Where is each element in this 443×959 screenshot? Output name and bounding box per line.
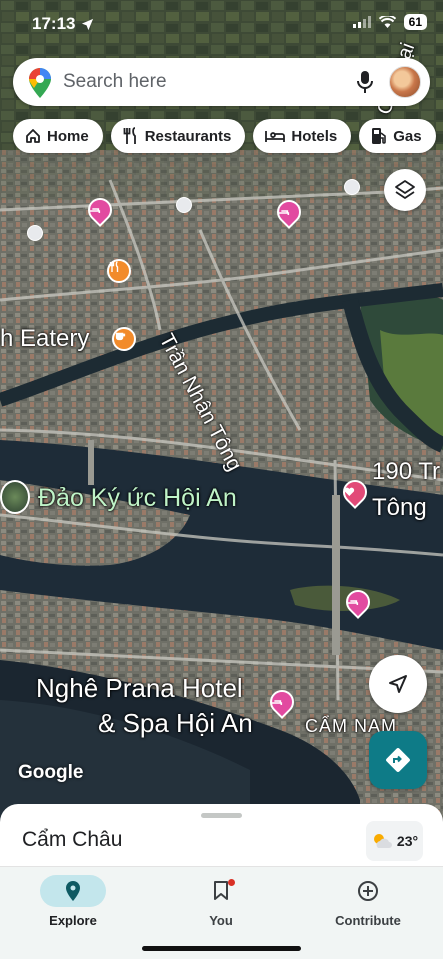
- nav-explore-label: Explore: [49, 913, 97, 928]
- bookmark-icon: [214, 881, 228, 900]
- bed-icon: [88, 207, 101, 213]
- bus-stop-marker-3[interactable]: [344, 179, 360, 195]
- chip-gas-label: Gas: [393, 127, 422, 145]
- signal-icon: [352, 16, 371, 28]
- status-bar: 17:13 61: [0, 0, 443, 50]
- status-time: 17:13: [32, 14, 94, 34]
- search-bar[interactable]: Search here: [13, 58, 430, 106]
- battery-indicator: 61: [403, 14, 427, 30]
- island-photo-marker[interactable]: [0, 480, 30, 514]
- weather-chip[interactable]: 23°: [366, 821, 423, 861]
- fork-knife-icon: [109, 261, 119, 272]
- chip-hotels-label: Hotels: [291, 127, 338, 145]
- wifi-icon: [378, 16, 396, 28]
- place-label-eatery[interactable]: h Eatery: [0, 325, 89, 353]
- bottom-navigation: Explore You Contribute: [0, 866, 443, 959]
- status-icons: 61: [352, 14, 427, 30]
- layers-icon: [395, 180, 415, 199]
- chip-home[interactable]: Home: [13, 119, 103, 153]
- temperature-text: 23°: [396, 833, 419, 849]
- partly-cloudy-icon: [373, 834, 392, 848]
- bus-stop-marker-1[interactable]: [176, 197, 192, 213]
- nav-you-label: You: [209, 913, 233, 928]
- bed-icon: [346, 599, 359, 605]
- search-input[interactable]: Search here: [63, 71, 167, 93]
- place-label-prana-line1[interactable]: Nghê Prana Hotel: [36, 673, 243, 704]
- chip-home-label: Home: [47, 127, 89, 145]
- nav-contribute-pill: [335, 875, 401, 907]
- nav-explore-pill: [40, 875, 106, 907]
- notification-dot: [228, 879, 235, 886]
- home-indicator[interactable]: [142, 946, 301, 951]
- add-circle-icon: [358, 881, 378, 901]
- nav-explore[interactable]: Explore: [8, 871, 138, 931]
- eatery-marker[interactable]: [112, 327, 136, 351]
- home-icon: [26, 129, 40, 143]
- chip-restaurants[interactable]: Restaurants: [110, 119, 246, 153]
- chip-restaurants-label: Restaurants: [144, 127, 232, 145]
- gas-icon: [372, 128, 387, 144]
- google-logo: Google: [18, 762, 84, 783]
- bottom-sheet[interactable]: Cẩm Châu 23°: [0, 804, 443, 874]
- restaurant-marker[interactable]: [107, 259, 131, 283]
- google-maps-logo-icon: [29, 68, 51, 98]
- navigation-arrow-icon: [389, 675, 407, 693]
- microphone-icon[interactable]: [357, 70, 373, 94]
- nav-contribute-label: Contribute: [335, 913, 401, 928]
- my-location-button[interactable]: [369, 655, 427, 713]
- nav-you-pill: [188, 875, 254, 907]
- nav-contribute[interactable]: Contribute: [303, 871, 433, 931]
- bed-icon: [270, 699, 283, 705]
- sheet-drag-handle[interactable]: [201, 813, 242, 818]
- directions-button[interactable]: [369, 731, 427, 789]
- place-label-prana-line2[interactable]: & Spa Hội An: [98, 708, 253, 739]
- location-arrow-icon: [82, 18, 94, 30]
- heart-icon: [344, 487, 355, 496]
- restaurant-icon: [123, 127, 136, 144]
- layers-button[interactable]: [384, 169, 426, 211]
- clock-text: 17:13: [32, 14, 76, 33]
- place-label-dao-ky-uc[interactable]: Đảo Ký ức Hội An: [38, 484, 237, 513]
- bed-icon: [277, 209, 290, 215]
- chip-hotels[interactable]: Hotels: [253, 119, 352, 153]
- chip-gas[interactable]: Gas: [359, 119, 436, 153]
- category-chips: Home Restaurants Hotels Gas: [13, 119, 436, 153]
- bus-stop-marker-2[interactable]: [27, 225, 43, 241]
- hotel-icon: [265, 131, 286, 142]
- nav-you[interactable]: You: [156, 871, 286, 931]
- directions-icon: [386, 748, 410, 772]
- place-label-190-line2[interactable]: Tông: [372, 494, 427, 522]
- area-title: Cẩm Châu: [22, 828, 123, 851]
- explore-pin-icon: [66, 881, 80, 901]
- place-label-190-line1[interactable]: 190 Tr: [372, 458, 440, 486]
- cup-icon: [115, 332, 126, 341]
- profile-avatar[interactable]: [389, 66, 421, 98]
